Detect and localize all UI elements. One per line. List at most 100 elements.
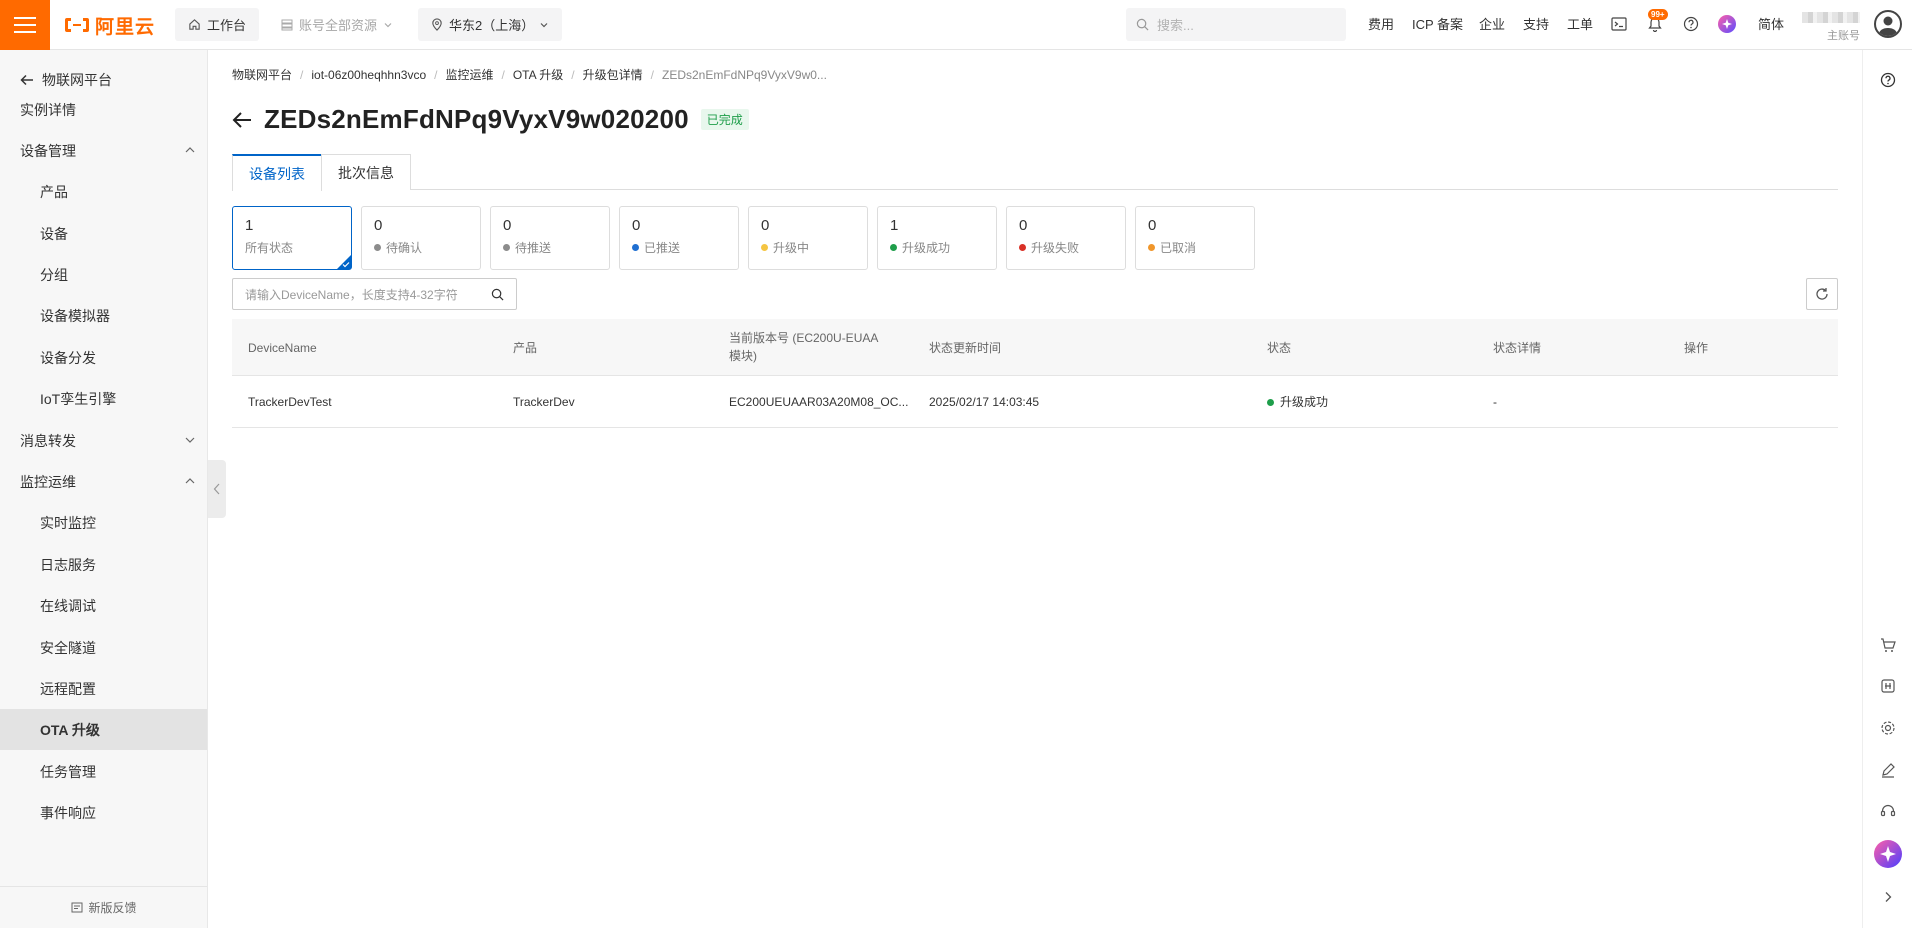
- chevron-right-icon[interactable]: [1879, 888, 1897, 906]
- tab-device-list[interactable]: 设备列表: [232, 154, 322, 191]
- status-filter-card[interactable]: 1 所有状态: [232, 206, 352, 270]
- sidebar-item[interactable]: 实时监控: [0, 502, 207, 543]
- arrow-left-icon: [20, 73, 34, 87]
- sidebar-item[interactable]: 产品: [0, 171, 207, 212]
- status-label: 已推送: [632, 239, 726, 256]
- status-count: 1: [890, 217, 899, 234]
- sidebar-item-label: 实时监控: [40, 514, 96, 531]
- settings-icon[interactable]: [1879, 719, 1897, 737]
- logo-text: 阿里云: [95, 16, 156, 38]
- cell-device-name: TrackerDevTest: [248, 395, 332, 409]
- sidebar-item[interactable]: IoT孪生引擎: [0, 378, 207, 419]
- status-filter-card[interactable]: 0 已取消: [1135, 206, 1255, 270]
- status-label: 升级中: [761, 239, 855, 256]
- breadcrumb-item[interactable]: 监控运维: [445, 66, 493, 83]
- status-dot: [503, 244, 510, 251]
- device-search-input[interactable]: 请输入DeviceName，长度支持4-32字符: [232, 278, 517, 310]
- sidebar-item[interactable]: 日志服务: [0, 544, 207, 585]
- back-to-iot-platform[interactable]: 物联网平台: [20, 70, 112, 90]
- logo-icon: [64, 17, 90, 33]
- status-label: 待确认: [374, 239, 468, 256]
- tab-bar: 设备列表 批次信息: [232, 154, 1838, 191]
- sidebar-item[interactable]: 分组: [0, 254, 207, 295]
- status-label: 升级成功: [890, 239, 984, 256]
- breadcrumb-item[interactable]: iot-06z00heqhhn3vco: [311, 68, 426, 82]
- search-icon[interactable]: [491, 288, 504, 301]
- help-icon[interactable]: [1682, 15, 1700, 33]
- account-menu[interactable]: 主账号: [1800, 8, 1860, 42]
- cart-icon[interactable]: [1879, 636, 1897, 654]
- sidebar-item[interactable]: 任务管理: [0, 751, 207, 792]
- status-filter-card[interactable]: 0 待推送: [490, 206, 610, 270]
- back-arrow-icon[interactable]: [232, 111, 252, 129]
- device-table: DeviceName 产品 当前版本号 (EC200U-EUAA 模块) 状态更…: [232, 319, 1838, 428]
- status-filter-card[interactable]: 1 升级成功: [877, 206, 997, 270]
- edit-icon[interactable]: [1879, 761, 1897, 779]
- sidebar-item-label: 设备分发: [40, 349, 96, 366]
- check-icon: [342, 261, 350, 268]
- sidebar-item[interactable]: 设备管理: [0, 130, 207, 171]
- hamburger-icon: [14, 16, 36, 34]
- terminal-icon[interactable]: [1610, 15, 1628, 33]
- ai-assistant-icon[interactable]: [1718, 15, 1736, 33]
- api-icon[interactable]: [1879, 677, 1897, 695]
- breadcrumb: 物联网平台 / iot-06z00heqhhn3vco / 监控运维 / OTA 升级…: [232, 66, 827, 83]
- sidebar-item-label: 消息转发: [20, 432, 76, 449]
- user-avatar[interactable]: [1874, 10, 1902, 38]
- menu-button[interactable]: [0, 0, 50, 50]
- support-link[interactable]: 支持: [1523, 16, 1549, 34]
- sidebar-item[interactable]: 设备模拟器: [0, 295, 207, 336]
- workbench-button[interactable]: 工作台: [175, 8, 260, 41]
- status-count: 0: [1019, 217, 1028, 234]
- status-label-text: 已推送: [644, 241, 681, 255]
- sidebar-item[interactable]: OTA 升级: [0, 709, 207, 750]
- enterprise-link[interactable]: 企业: [1479, 16, 1505, 34]
- breadcrumb-item[interactable]: 升级包详情: [583, 66, 643, 83]
- status-filter-card[interactable]: 0 待确认: [361, 206, 481, 270]
- feedback-button[interactable]: 新版反馈: [0, 886, 207, 928]
- location-pin-icon: [431, 18, 443, 31]
- global-search-input[interactable]: 搜索...: [1126, 8, 1346, 41]
- region-dropdown[interactable]: 华东2（上海）: [418, 8, 562, 41]
- feedback-label: 新版反馈: [88, 901, 137, 915]
- right-toolbar: [1862, 50, 1912, 928]
- tab-batch-info[interactable]: 批次信息: [321, 154, 411, 190]
- billing-link[interactable]: 费用: [1368, 16, 1394, 34]
- language-switch[interactable]: 简体: [1758, 16, 1784, 34]
- status-label-text: 升级中: [773, 241, 810, 255]
- breadcrumb-item[interactable]: OTA 升级: [513, 66, 563, 83]
- ticket-link[interactable]: 工单: [1567, 16, 1593, 34]
- breadcrumb-current: ZEDs2nEmFdNPq9VyxV9w0...: [661, 67, 827, 82]
- refresh-button[interactable]: [1806, 278, 1838, 310]
- breadcrumb-item[interactable]: 物联网平台: [232, 66, 292, 83]
- icp-link[interactable]: ICP 备案: [1412, 16, 1463, 34]
- resources-dropdown[interactable]: 账号全部资源: [268, 8, 407, 41]
- ai-assistant-icon[interactable]: [1874, 840, 1902, 868]
- sidebar-item[interactable]: 在线调试: [0, 585, 207, 626]
- aliyun-logo[interactable]: 阿里云: [64, 14, 156, 38]
- feedback-icon: [71, 902, 83, 914]
- table-row[interactable]: TrackerDevTest TrackerDev EC200UEUAAR03A…: [232, 376, 1838, 428]
- sidebar-item[interactable]: 安全隧道: [0, 627, 207, 668]
- column-header: 操作: [1684, 341, 1709, 355]
- status-filter-card[interactable]: 0 已推送: [619, 206, 739, 270]
- status-filter-card[interactable]: 0 升级中: [748, 206, 868, 270]
- sidebar-item[interactable]: 设备分发: [0, 337, 207, 378]
- status-label: 所有状态: [245, 239, 339, 256]
- sidebar-collapse-toggle[interactable]: [208, 460, 226, 518]
- help-circle-icon[interactable]: [1879, 71, 1897, 89]
- sidebar-item[interactable]: 监控运维: [0, 461, 207, 502]
- sidebar-item[interactable]: 消息转发: [0, 420, 207, 461]
- sidebar-item[interactable]: 实例详情: [0, 89, 207, 130]
- sidebar-item[interactable]: 远程配置: [0, 668, 207, 709]
- page-header: ZEDs2nEmFdNPq9VyxV9w020200 已完成: [232, 104, 749, 135]
- tab-label: 批次信息: [338, 164, 394, 181]
- status-filter-card[interactable]: 0 升级失败: [1006, 206, 1126, 270]
- column-header: 状态更新时间: [929, 341, 1002, 355]
- sidebar-item-label: OTA 升级: [40, 721, 100, 738]
- headset-icon[interactable]: [1879, 802, 1897, 820]
- sidebar-item[interactable]: 事件响应: [0, 792, 207, 833]
- sidebar-item[interactable]: 设备: [0, 213, 207, 254]
- table-header: DeviceName 产品 当前版本号 (EC200U-EUAA 模块) 状态更…: [232, 319, 1838, 376]
- chevron-down-icon: [184, 434, 196, 446]
